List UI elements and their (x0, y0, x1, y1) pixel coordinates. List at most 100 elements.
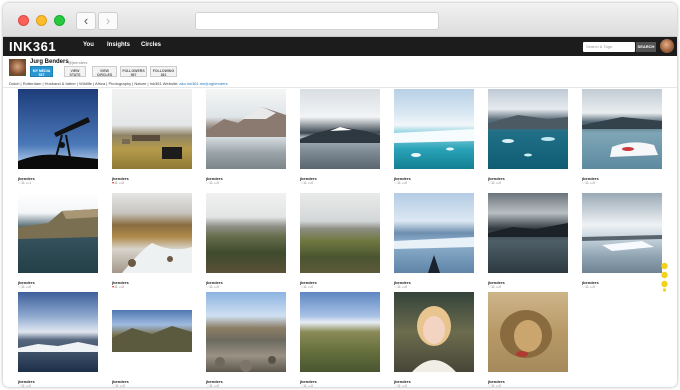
photo-stats: ♡11 ▭0 (582, 181, 595, 185)
comment-count: 0 (405, 181, 408, 185)
back-button[interactable]: ‹ (76, 12, 96, 30)
button-label-2: CIRCLES (96, 73, 113, 77)
photo-stats: ♡11 ▭0 (582, 285, 595, 289)
comment-count: 0 (311, 285, 314, 289)
comment-count: 0 (29, 285, 32, 289)
comment-count: 0 (405, 384, 408, 387)
bio-text: Dutch | Rotterdam | Husband & father | W… (9, 81, 180, 86)
view-stats-button[interactable]: VIEW STATS (64, 66, 86, 77)
chevron-left-icon: ‹ (83, 13, 89, 28)
comment-count: 0 (311, 384, 314, 387)
like-count: 11 (209, 384, 213, 387)
like-count: 11 (303, 384, 307, 387)
photo-thumbnail[interactable] (300, 193, 380, 273)
comment-count: 0 (499, 384, 502, 387)
followers-button[interactable]: FOLLOWERS 567 (120, 66, 147, 77)
like-count: 11 (303, 285, 307, 289)
zoom-window-button[interactable] (54, 15, 65, 26)
button-count: 361 (160, 73, 167, 77)
photo-stats: ♡11 ▭0 (112, 384, 125, 387)
like-count: 11 (21, 285, 25, 289)
photo-stats: ♡11 ▭0 (18, 384, 31, 387)
photo-stats: ♡11 ▭0 (488, 181, 501, 185)
photo-stats: ♡11 ▭0 (300, 285, 313, 289)
like-count: 11 (209, 285, 213, 289)
like-count: 11 (303, 181, 307, 185)
my-media-button[interactable]: MY MEDIA 537 (30, 66, 53, 77)
photo-stats: ♡11 ▭0 (206, 384, 219, 387)
photo-thumbnail[interactable] (488, 193, 568, 273)
photo-thumbnail[interactable] (394, 193, 474, 273)
photo-stats: ♡11 ▭0 (206, 285, 219, 289)
like-count: 11 (397, 181, 401, 185)
profile-header: Jurg Benders @jbenders MY MEDIA 537 VIEW… (3, 56, 677, 88)
user-avatar[interactable] (660, 39, 674, 53)
photo-thumbnail[interactable] (112, 292, 192, 372)
scroll-hint-icon[interactable] (660, 262, 669, 292)
profile-handle: @jbenders (68, 60, 88, 65)
like-count: 11 (397, 285, 401, 289)
nav-you[interactable]: You (83, 42, 94, 48)
close-window-button[interactable] (18, 15, 29, 26)
button-count: 567 (130, 73, 137, 77)
following-button[interactable]: FOLLOWING 361 (150, 66, 177, 77)
photo-stats: ♡11 ▭0 (394, 285, 407, 289)
photo-thumbnail[interactable] (206, 193, 286, 273)
comment-count: 1 (29, 181, 32, 185)
comment-count: 0 (499, 181, 502, 185)
comment-count: 0 (122, 181, 124, 185)
photo-thumbnail[interactable] (18, 193, 98, 273)
profile-name: Jurg Benders (30, 59, 69, 65)
view-circles-button[interactable]: VIEW CIRCLES (92, 66, 117, 77)
photo-thumbnail[interactable] (18, 292, 98, 372)
photo-thumbnail[interactable] (300, 89, 380, 169)
like-count: 11 (21, 384, 25, 387)
photo-stats: ♡11 ▭0 (394, 181, 407, 185)
bio-link[interactable]: ako.ink361.me/jurgbenders (179, 81, 227, 86)
photo-thumbnail[interactable] (488, 292, 568, 372)
photo-thumbnail[interactable] (394, 292, 474, 372)
photo-stats: ♥11 ▭0 (112, 285, 124, 289)
search-button[interactable]: SEARCH (636, 42, 656, 52)
minimize-window-button[interactable] (36, 15, 47, 26)
photo-thumbnail[interactable] (18, 89, 98, 169)
ink361-logo[interactable]: INK361 (9, 39, 56, 54)
comment-count: 0 (217, 181, 220, 185)
nav-circles[interactable]: Circles (141, 42, 161, 48)
comment-count: 0 (311, 181, 314, 185)
like-count: 11 (397, 384, 401, 387)
button-count: 537 (38, 73, 45, 77)
photo-stats: ♡11 ▭0 (488, 384, 501, 387)
search-input[interactable]: Search & Tags (583, 42, 635, 52)
photo-thumbnail[interactable] (206, 89, 286, 169)
photo-stats: ♡11 ▭1 (18, 181, 31, 185)
chevron-right-icon: › (105, 13, 111, 28)
forward-button[interactable]: › (98, 12, 118, 30)
like-count: 11 (491, 285, 495, 289)
like-count: 11 (585, 285, 589, 289)
profile-bio: Dutch | Rotterdam | Husband & father | W… (9, 81, 228, 86)
comment-count: 0 (593, 285, 596, 289)
photo-stats: ♡11 ▭0 (488, 285, 501, 289)
comment-count: 0 (499, 285, 502, 289)
photo-stats: ♡11 ▭0 (300, 181, 313, 185)
browser-window: ‹ › INK361 You Insights Circles Search &… (3, 3, 677, 387)
address-bar[interactable] (195, 12, 439, 30)
photo-thumbnail[interactable] (488, 89, 568, 169)
comment-count: 0 (405, 285, 408, 289)
photo-thumbnail[interactable] (582, 193, 662, 273)
photo-thumbnail[interactable] (582, 89, 662, 169)
photo-thumbnail[interactable] (112, 193, 192, 273)
photo-stats: ♡11 ▭0 (18, 285, 31, 289)
photo-thumbnail[interactable] (394, 89, 474, 169)
like-count: 11 (114, 181, 118, 185)
photo-stats: ♡11 ▭0 (206, 181, 219, 185)
photo-stats: ♥11 ▭0 (112, 181, 124, 185)
nav-insights[interactable]: Insights (107, 42, 130, 48)
photo-thumbnail[interactable] (206, 292, 286, 372)
comment-count: 0 (29, 384, 32, 387)
photo-thumbnail[interactable] (300, 292, 380, 372)
browser-toolbar: ‹ › (3, 3, 677, 37)
photo-thumbnail[interactable] (112, 89, 192, 169)
like-count: 11 (585, 181, 589, 185)
